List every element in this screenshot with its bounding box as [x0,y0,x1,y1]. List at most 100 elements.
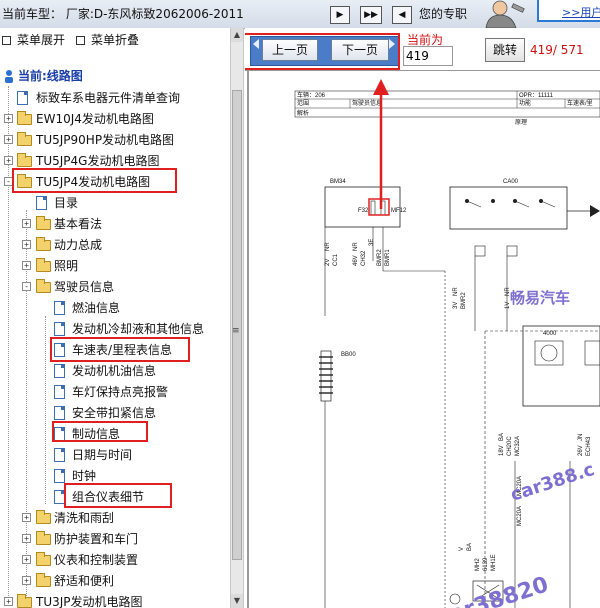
page-number-input[interactable] [403,46,453,66]
pin-mf12: MF12 [391,208,407,214]
folder-icon [36,216,51,230]
minus-icon[interactable]: - [22,282,31,291]
wire-label: BMR2 [461,292,467,309]
wire-label: JN [578,434,584,441]
bb00-label: BB00 [341,352,356,358]
expand-all-button[interactable]: 菜单展开 [2,31,65,48]
wire-label: CC1 [333,253,339,266]
tree-item-label: 照明 [54,259,79,273]
document-icon [54,406,65,420]
plus-icon[interactable]: + [22,219,31,228]
folder-icon [17,594,32,608]
jump-button[interactable]: 跳转 [485,38,525,62]
plus-icon[interactable]: + [22,534,31,543]
plus-icon[interactable]: + [22,513,31,522]
tree-item-label: 舒适和便利 [54,574,115,588]
wire-label: 46V [353,255,359,266]
header-opr: OPR：11111 [519,93,554,99]
wire-label: 3V [453,302,459,309]
highlight-box [50,337,190,362]
wire-label: MH2 [475,558,481,571]
collapse-all-button[interactable]: 菜单折叠 [76,31,139,48]
pin-f32: F32 [358,208,369,214]
scroll-down-icon[interactable]: ▼ [231,594,243,608]
header-principle: 原理 [515,119,527,126]
double-play-icon[interactable]: ▶▶ [360,6,382,24]
scroll-thumb[interactable] [232,90,242,560]
cluster-label: 4000 [543,331,557,337]
tree-item-label: 发动机冷却液和其他信息 [72,322,205,336]
tree-item-label: 动力总成 [54,238,103,252]
header-section: 驾驶员信息 [352,99,382,107]
tree-item-label: TU3JP发动机电路图 [36,595,143,608]
wire-label: MC32A [515,436,521,456]
top-bar: 当前车型： 厂家:D-东风标致2062006-2011 ▶ ▶▶ ◀ 您的专职 … [0,0,600,29]
plus-icon[interactable]: + [22,240,31,249]
folder-icon [17,132,32,146]
plus-icon[interactable]: + [4,135,13,144]
document-icon [54,322,65,336]
scroll-up-icon[interactable]: ▲ [231,28,243,42]
tree-item-label: TU5JP90HP发动机电路图 [36,133,175,147]
current-car-model: 当前车型： 厂家:D-东风标致2062006-2011 [2,7,244,21]
step-icon[interactable]: ◀ [392,6,412,24]
tree-item-label: 驾驶员信息 [54,280,115,294]
wire-label: 26V [578,445,584,456]
tree-panel: 菜单展开 菜单折叠 当前:线路图 标致车系电器元件清单查询 + EW10J4发动… [0,28,230,608]
highlight-box [64,483,172,508]
highlight-box [245,33,400,70]
tree-item-label: 标致车系电器元件清单查询 [36,91,181,105]
tree-line [45,316,46,504]
play-icon[interactable]: ▶ [330,6,350,24]
folder-icon [36,531,51,545]
wire-label: NR [353,242,359,251]
wire-label: BMR1 [385,249,391,266]
wire-label: CH32 [361,250,367,266]
user-link[interactable]: >>用户 [562,4,600,20]
folder-icon [36,258,51,272]
plus-icon[interactable]: + [4,156,13,165]
tree-item-label: 目录 [54,196,79,210]
wire-label: MC20A [517,506,523,526]
folder-icon [36,573,51,587]
document-icon [54,301,65,315]
wire-label: ECH43 [586,436,592,456]
content-panel: 上一页 下一页 当前为 跳转 419/ 571 车辆：206 OPR：11111… [245,28,600,608]
header-function-label: 功能 [519,99,531,107]
tree-item-label: 仪表和控制装置 [54,553,139,567]
plus-icon[interactable]: + [4,114,13,123]
page-nav: 上一页 下一页 当前为 跳转 419/ 571 [245,28,600,70]
header-analysis: 解析 [297,109,309,117]
collapse-all-label: 菜单折叠 [91,33,140,47]
folder-icon [36,237,51,251]
wire-label: CH20C [507,436,513,456]
plus-icon[interactable]: + [22,261,31,270]
wire-label: NR [325,242,331,251]
highlight-box [12,168,177,193]
wiring-diagram-svg: 车辆：206 OPR：11111 范围 驾驶员信息 功能 车速表/里 解析 原理… [245,71,600,608]
plus-icon[interactable]: + [22,555,31,564]
tree-item-label: 安全带扣紧信息 [72,406,157,420]
wire-label: 18V [499,445,505,456]
tree-item-label: 车灯保持点亮报警 [72,385,169,399]
tree-item-label: 基本看法 [54,217,103,231]
document-icon [36,196,47,210]
document-icon [54,469,65,483]
plus-icon[interactable]: + [22,576,31,585]
wire-label: V [459,547,465,551]
tree-item-label: EW10J4发动机电路图 [36,112,154,126]
ca00-label: CA00 [503,179,519,185]
bm34-label: BM34 [330,179,346,185]
wire-label: BMR2 [377,249,383,266]
watermark: 畅易汽车 [510,289,570,307]
document-icon [54,364,65,378]
ad-text: 您的专职 [419,7,468,21]
mechanic-icon [485,0,525,28]
highlight-box [52,421,148,442]
tree-item-label: 日期与时间 [72,448,133,462]
wire-label: BA [499,433,505,441]
splitter-handle[interactable]: ≡ [232,326,240,336]
plus-icon[interactable]: + [4,597,13,606]
wire-label: NR [453,287,459,296]
tree-scrollbar[interactable]: ▲ ▼ [230,28,244,608]
